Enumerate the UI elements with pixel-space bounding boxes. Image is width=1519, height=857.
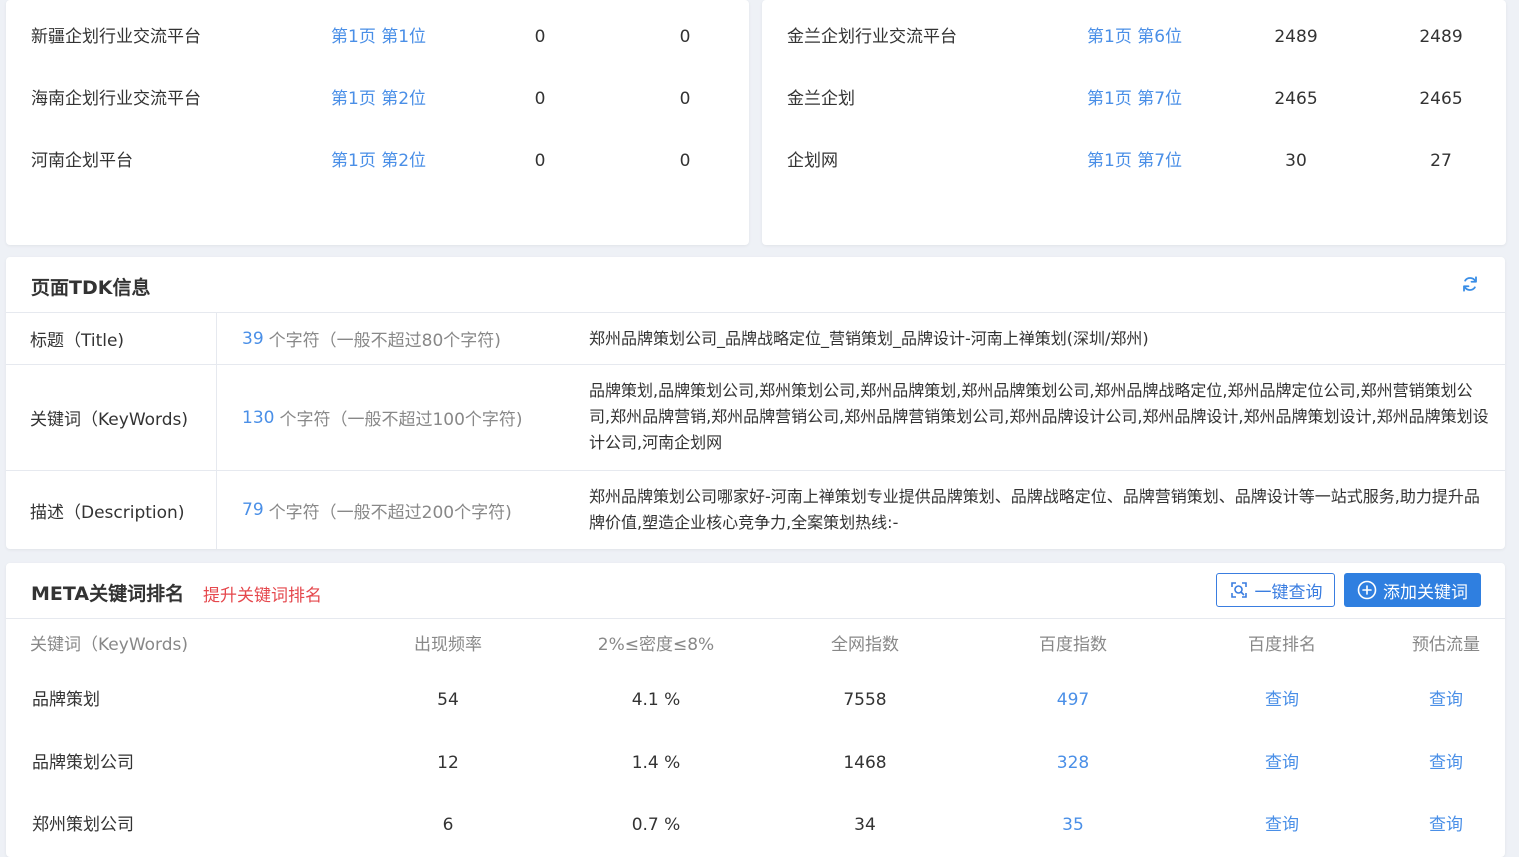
rank-keyword: 金兰企划行业交流平台 — [787, 27, 957, 47]
query-icon — [1230, 582, 1247, 598]
tdk-table: 标题（Title) 39 个字符（一般不超过80个字符) 郑州品牌策划公司_品牌… — [6, 312, 1505, 549]
tdk-count-number: 79 — [242, 500, 264, 520]
baidu-index-link[interactable]: 328 — [993, 733, 1153, 793]
tdk-value: 郑州品牌策划公司_品牌战略定位_营销策划_品牌设计-河南上禅策划(深圳/郑州) — [589, 329, 1149, 348]
rank-row: 新疆企划行业交流平台 第1页 第1位 0 0 — [31, 25, 691, 49]
table-row: 品牌策划公司 12 1.4 % 1468 328 查询 查询 — [6, 733, 1505, 793]
rank-keyword: 新疆企划行业交流平台 — [31, 27, 201, 47]
table-row: 品牌策划 54 4.1 % 7558 497 查询 查询 — [6, 670, 1505, 730]
rank-row: 金兰企划 第1页 第7位 2465 2465 — [787, 87, 1463, 111]
tdk-label: 关键词（KeyWords) — [6, 365, 217, 470]
add-keyword-button[interactable]: 添加关键词 — [1344, 573, 1481, 607]
rank-row: 企划网 第1页 第7位 30 27 — [787, 149, 1452, 173]
improve-ranking-link[interactable]: 提升关键词排名 — [203, 581, 322, 606]
rank-position-link[interactable]: 第1页 第2位 — [331, 149, 426, 173]
meta-table-header: 关键词（KeyWords) 出现频率 2%≤密度≤8% 全网指数 百度指数 百度… — [6, 615, 1505, 675]
header-traffic: 预估流量 — [1412, 635, 1480, 655]
tdk-count: 39 个字符（一般不超过80个字符) — [242, 313, 501, 364]
header-keyword: 关键词（KeyWords) — [30, 635, 189, 655]
one-click-query-button[interactable]: 一键查询 — [1216, 573, 1335, 607]
density-cell: 4.1 % — [631, 690, 681, 710]
tdk-label: 描述（Description) — [6, 471, 217, 549]
density-cell: 1.4 % — [631, 753, 681, 773]
tdk-count-text: 个字符（一般不超过100个字符) — [279, 410, 523, 430]
density-cell: 0.7 % — [631, 815, 681, 835]
rank-keyword: 金兰企划 — [787, 89, 855, 109]
net-index-cell: 7558 — [843, 690, 887, 710]
plus-circle-icon — [1357, 580, 1377, 600]
traffic-query-link[interactable]: 查询 — [1366, 795, 1505, 855]
ranking-card-right: 金兰企划行业交流平台 第1页 第6位 2489 2489 金兰企划 第1页 第7… — [762, 0, 1506, 245]
net-index-cell: 34 — [854, 815, 876, 835]
frequency-cell: 6 — [442, 815, 454, 835]
table-row: 郑州策划公司 6 0.7 % 34 35 查询 查询 — [6, 795, 1505, 855]
tdk-label: 标题（Title) — [6, 313, 217, 364]
meta-title: META关键词排名 — [31, 583, 185, 605]
header-density: 2%≤密度≤8% — [597, 635, 715, 655]
traffic-query-link[interactable]: 查询 — [1366, 733, 1505, 793]
rank-row: 河南企划平台 第1页 第2位 0 0 — [31, 149, 691, 173]
rank-position-link[interactable]: 第1页 第7位 — [1087, 149, 1182, 173]
rank-keyword: 河南企划平台 — [31, 151, 133, 171]
ranking-card-left: 新疆企划行业交流平台 第1页 第1位 0 0 海南企划行业交流平台 第1页 第2… — [6, 0, 749, 245]
query-button-label: 一键查询 — [1254, 582, 1323, 603]
tdk-title: 页面TDK信息 — [31, 277, 151, 299]
meta-card: META关键词排名 提升关键词排名 一键查询 添加关键词 关键词（KeyWord… — [6, 563, 1505, 857]
traffic-query-link[interactable]: 查询 — [1366, 670, 1505, 730]
net-index-cell: 1468 — [843, 753, 887, 773]
rank-position-link[interactable]: 第1页 第7位 — [1087, 87, 1182, 111]
tdk-count-number: 39 — [242, 328, 264, 349]
rank-keyword: 海南企划行业交流平台 — [31, 89, 201, 109]
rank-row: 金兰企划行业交流平台 第1页 第6位 2489 2489 — [787, 25, 1463, 49]
baidu-rank-query-link[interactable]: 查询 — [1202, 795, 1362, 855]
tdk-count: 79 个字符（一般不超过200个字符) — [242, 471, 512, 549]
tdk-value: 品牌策划,品牌策划公司,郑州策划公司,郑州品牌策划,郑州品牌策划公司,郑州品牌战… — [589, 381, 1489, 452]
tdk-value: 郑州品牌策划公司哪家好-河南上禅策划专业提供品牌策划、品牌战略定位、品牌营销策划… — [589, 487, 1480, 532]
tdk-row-description: 描述（Description) 79 个字符（一般不超过200个字符) 郑州品牌… — [6, 471, 1505, 549]
header-frequency: 出现频率 — [414, 635, 482, 655]
baidu-rank-query-link[interactable]: 查询 — [1202, 670, 1362, 730]
rank-keyword: 企划网 — [787, 151, 838, 171]
rank-position-link[interactable]: 第1页 第1位 — [331, 25, 426, 49]
refresh-icon[interactable] — [1461, 275, 1479, 293]
baidu-index-link[interactable]: 35 — [993, 795, 1153, 855]
rank-row: 海南企划行业交流平台 第1页 第2位 0 0 — [31, 87, 691, 111]
tdk-card: 页面TDK信息 标题（Title) 39 个字符（一般不超过80个字符) 郑州品… — [6, 257, 1505, 549]
frequency-cell: 54 — [437, 690, 459, 710]
header-baidu-rank: 百度排名 — [1248, 635, 1316, 655]
keyword-cell: 郑州策划公司 — [32, 815, 134, 835]
baidu-index-link[interactable]: 497 — [993, 670, 1153, 730]
baidu-rank-query-link[interactable]: 查询 — [1202, 733, 1362, 793]
keyword-cell: 品牌策划公司 — [32, 753, 134, 773]
header-baidu-index: 百度指数 — [1039, 635, 1107, 655]
tdk-count-text: 个字符（一般不超过200个字符) — [268, 502, 512, 523]
tdk-count-number: 130 — [242, 407, 275, 428]
tdk-row-keywords: 关键词（KeyWords) 130 个字符（一般不超过100个字符) 品牌策划,… — [6, 365, 1505, 471]
header-net-index: 全网指数 — [831, 635, 899, 655]
frequency-cell: 12 — [437, 753, 459, 773]
keyword-cell: 品牌策划 — [32, 690, 100, 710]
rank-position-link[interactable]: 第1页 第6位 — [1087, 25, 1182, 49]
add-button-label: 添加关键词 — [1383, 582, 1468, 603]
tdk-row-title: 标题（Title) 39 个字符（一般不超过80个字符) 郑州品牌策划公司_品牌… — [6, 313, 1505, 365]
tdk-count-text: 个字符（一般不超过80个字符) — [268, 331, 501, 351]
tdk-count: 130 个字符（一般不超过100个字符) — [242, 365, 523, 470]
rank-position-link[interactable]: 第1页 第2位 — [331, 87, 426, 111]
